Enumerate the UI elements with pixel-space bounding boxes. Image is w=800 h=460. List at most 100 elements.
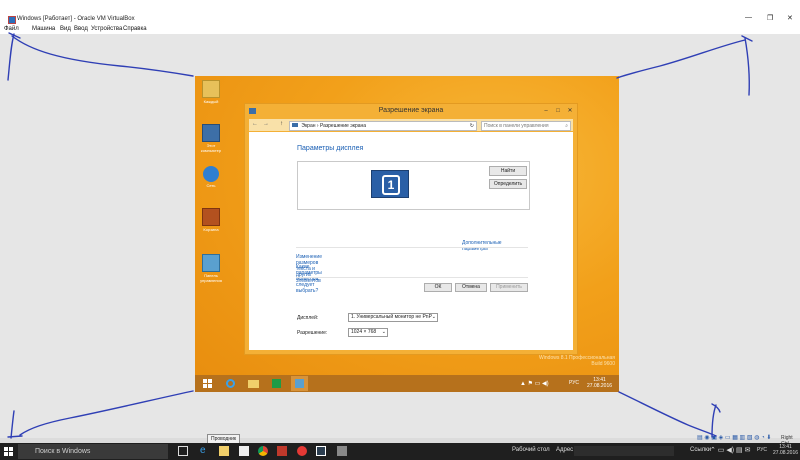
- maximize-button[interactable]: ❐: [767, 14, 773, 22]
- menu-help[interactable]: Справка: [123, 26, 147, 32]
- internet-explorer-icon: [226, 379, 235, 388]
- display-select[interactable]: 1. Универсальный монитор не PnP ⌄: [348, 313, 438, 322]
- address-toolbar-label: Адрес: [556, 447, 574, 453]
- search-icon[interactable]: ⌕: [565, 122, 568, 130]
- menu-file[interactable]: Файл: [4, 26, 19, 32]
- taskbar-ie[interactable]: [222, 376, 239, 391]
- guest-desktop[interactable]: Каждый Этот компьютер Сеть Корзина Панел…: [195, 76, 619, 392]
- forward-button[interactable]: →: [263, 121, 269, 127]
- monitor-small-icon: [292, 123, 298, 127]
- ok-button[interactable]: ОК: [424, 283, 452, 292]
- vbox-status-icons[interactable]: ▤ ◉ ▣ ◈ ▭ ▦ ▥ ▧ ◍ ◔ ⬇: [697, 434, 771, 442]
- window-title: Windows [Работает] - Oracle VM VirtualBo…: [17, 16, 135, 22]
- maximize-button[interactable]: □: [552, 106, 564, 116]
- store-icon[interactable]: [239, 446, 249, 456]
- close-button[interactable]: ✕: [787, 14, 793, 22]
- start-button[interactable]: [199, 376, 216, 391]
- window-title: Разрешение экрана: [378, 107, 444, 114]
- system-tray-icons[interactable]: ⌃ ▭ ◀) ▤ ✉: [710, 446, 750, 454]
- breadcrumb-screen[interactable]: Экран: [301, 123, 315, 129]
- chrome-icon[interactable]: [258, 446, 268, 456]
- cancel-button[interactable]: Отмена: [455, 283, 487, 292]
- folder-icon: [248, 380, 259, 388]
- search-input[interactable]: Поиск в панели управления ⌕: [481, 121, 571, 131]
- vbox-menubar: Файл Машина Вид Ввод Устройства Справка: [0, 25, 800, 34]
- guest-taskbar: ▲ ⚑ ▭ ◀) РУС 13:41 27.08.2016: [195, 375, 619, 392]
- control-panel-icon: [295, 379, 304, 388]
- minimize-button[interactable]: —: [745, 14, 752, 21]
- identify-button[interactable]: Определить: [489, 179, 527, 189]
- menu-machine[interactable]: Машина: [32, 26, 55, 32]
- vbox-titlebar: Windows [Работает] - Oracle VM VirtualBo…: [0, 0, 800, 25]
- host-search-input[interactable]: Поиск в Windows: [18, 444, 168, 459]
- page-heading: Параметры дисплея: [297, 145, 364, 152]
- monitor-number: 1: [382, 175, 400, 195]
- links-toolbar-label[interactable]: Ссылки: [690, 447, 711, 453]
- yandex-icon[interactable]: [297, 446, 307, 456]
- desktop-icon-label: Панель управления: [200, 273, 222, 283]
- desktop-toolbar-label[interactable]: Рабочий стол: [512, 447, 550, 453]
- desktop-icon-network[interactable]: Сеть: [199, 166, 223, 188]
- resolution-label: Разрешение:: [297, 330, 328, 336]
- host-clock[interactable]: 13:41 27.08.2016: [773, 444, 798, 456]
- search-placeholder: Поиск в панели управления: [484, 123, 549, 129]
- taskbar-explorer[interactable]: [245, 376, 262, 391]
- monitor-icon[interactable]: 1: [371, 170, 409, 198]
- virtualbox-logo-icon: [8, 16, 16, 24]
- taskbar-control-panel[interactable]: [291, 376, 308, 391]
- desktop-icon-label: Каждый: [203, 99, 219, 104]
- menu-input[interactable]: Ввод: [74, 26, 88, 32]
- breadcrumb-resolution[interactable]: Разрешение экрана: [320, 123, 366, 129]
- desktop-icon-label: Сеть: [206, 183, 216, 188]
- app-icon[interactable]: [337, 446, 347, 456]
- back-button[interactable]: ←: [252, 121, 258, 127]
- media-icon[interactable]: [277, 446, 287, 456]
- desktop-icon-recycle-bin[interactable]: Корзина: [199, 208, 223, 232]
- desktop-icon-control-panel[interactable]: Панель управления: [199, 254, 223, 283]
- recycle-bin-icon: [202, 208, 220, 226]
- host-start-button[interactable]: [3, 446, 14, 457]
- monitor-settings-help-link[interactable]: Какие параметры монитора следует выбрать…: [296, 264, 322, 294]
- guest-language[interactable]: РУС: [569, 380, 579, 386]
- tray-icons[interactable]: ▲ ⚑ ▭ ◀): [520, 380, 549, 387]
- search-placeholder: Поиск в Windows: [35, 448, 91, 455]
- windows-logo-icon: [4, 447, 13, 456]
- chevron-down-icon: ⌄: [381, 329, 386, 335]
- display-arrangement: 1 Найти Определить: [297, 161, 530, 210]
- refresh-icon[interactable]: ↻: [470, 122, 474, 130]
- chevron-down-icon: ⌄: [431, 314, 436, 320]
- advanced-settings-link[interactable]: Дополнительные параметры: [462, 240, 502, 252]
- display-label: Дисплей:: [297, 315, 319, 321]
- file-explorer-icon[interactable]: [219, 446, 229, 456]
- watermark-build: Build 9600: [591, 361, 615, 367]
- host-language[interactable]: РУС: [757, 447, 767, 453]
- network-icon: [203, 166, 219, 182]
- guest-clock[interactable]: 13:41 27.08.2016: [587, 377, 612, 389]
- menu-devices[interactable]: Устройства: [91, 26, 122, 32]
- screen-resolution-window: Разрешение экрана – □ ✕ ← → ↑ Экран › Ра…: [244, 103, 578, 355]
- minimize-button[interactable]: –: [540, 106, 552, 116]
- edge-icon[interactable]: e: [200, 446, 210, 456]
- resolution-select[interactable]: 1024 × 768 ⌄: [348, 328, 388, 337]
- up-button[interactable]: ↑: [280, 121, 283, 127]
- address-toolbar-input[interactable]: [574, 446, 674, 456]
- apply-button[interactable]: Применить: [490, 283, 528, 292]
- breadcrumb[interactable]: Экран › Разрешение экрана ↻: [289, 121, 477, 131]
- store-icon: [272, 379, 281, 388]
- windows-logo-icon: [203, 379, 212, 388]
- close-button[interactable]: ✕: [564, 106, 576, 116]
- task-view-icon[interactable]: [178, 446, 188, 456]
- desktop-icon-user[interactable]: Каждый: [199, 80, 223, 104]
- os-watermark: Windows 8.1 Профессиональная Build 9600: [495, 355, 615, 367]
- desktop-icon-label: Этот компьютер: [200, 143, 222, 153]
- app-icon[interactable]: [316, 446, 326, 456]
- address-bar: ← → ↑ Экран › Разрешение экрана ↻ Поиск …: [249, 119, 573, 131]
- taskbar-store[interactable]: [268, 376, 285, 391]
- user-folder-icon: [202, 80, 220, 98]
- find-button[interactable]: Найти: [489, 166, 527, 176]
- separator-line: [296, 247, 528, 248]
- menu-view[interactable]: Вид: [60, 26, 71, 32]
- separator-line: [296, 277, 528, 278]
- desktop-icon-computer[interactable]: Этот компьютер: [199, 124, 223, 153]
- computer-icon: [202, 124, 220, 142]
